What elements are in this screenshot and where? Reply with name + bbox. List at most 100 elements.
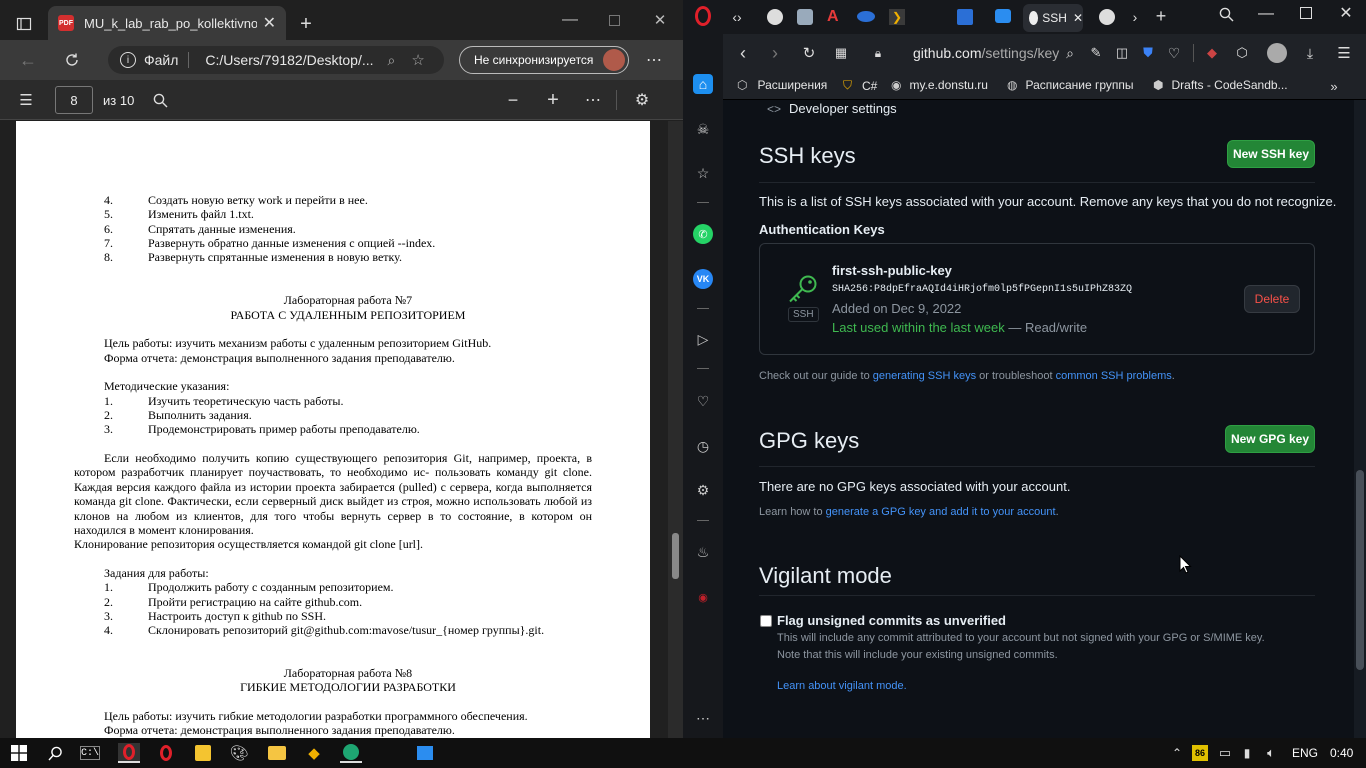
tab-close-icon[interactable]: ✕ xyxy=(1073,11,1083,25)
reload-icon[interactable]: ↻ xyxy=(799,43,819,63)
close-window-button[interactable]: ✕ xyxy=(1337,4,1355,22)
tab-pdf-document[interactable]: PDF MU_k_lab_rab_po_kollektivnoy_r ✕ xyxy=(48,6,286,40)
edge-app-icon[interactable] xyxy=(340,743,362,763)
tray-display-icon[interactable]: ▭ xyxy=(1214,743,1236,763)
home-icon[interactable]: ⌂ xyxy=(693,74,713,94)
vk-icon[interactable]: VK xyxy=(693,269,713,289)
tab-actions-icon[interactable] xyxy=(14,14,34,34)
tab-scroll-left-icon[interactable]: ‹› xyxy=(729,8,745,26)
minimize-button[interactable]: — xyxy=(558,10,582,30)
bookmark-schedule[interactable]: ◍ Расписание группы xyxy=(1007,78,1134,92)
new-gpg-key-button[interactable]: New GPG key xyxy=(1225,425,1315,453)
refresh-icon[interactable] xyxy=(62,50,82,70)
tips-lightbulb-icon[interactable]: ♨ xyxy=(693,542,713,562)
volume-icon[interactable]: 🔈︎ xyxy=(1260,743,1282,763)
settings-icon[interactable]: ⚙ xyxy=(632,90,652,110)
snapshot-camera-icon[interactable]: ◫ xyxy=(1113,44,1131,62)
sync-status-button[interactable]: Не синхронизируется xyxy=(459,46,629,74)
history-clock-icon[interactable]: ◷ xyxy=(693,436,713,456)
back-icon[interactable]: ← xyxy=(18,50,38,70)
player-icon[interactable]: ▷ xyxy=(693,329,713,349)
opera-app-icon[interactable] xyxy=(118,743,140,763)
close-window-button[interactable]: ✕ xyxy=(650,10,670,30)
page-number-input[interactable]: 8 xyxy=(55,86,93,114)
speed-dial-icon[interactable]: ▦ xyxy=(831,43,851,63)
tab-active-github[interactable]: SSH ✕ xyxy=(1023,4,1083,32)
pinboard-icon[interactable]: ☆ xyxy=(693,163,713,183)
developer-settings-link[interactable]: <> Developer settings xyxy=(767,101,897,116)
windows-start-icon[interactable] xyxy=(8,743,30,763)
tab-favicon-6[interactable] xyxy=(957,9,973,25)
pdf-scrollbar[interactable] xyxy=(668,121,683,738)
contents-icon[interactable]: ☰ xyxy=(16,90,36,110)
heart-icon[interactable]: ♡ xyxy=(1165,44,1183,62)
forward-icon[interactable]: › xyxy=(765,43,785,63)
common-ssh-problems-link[interactable]: common SSH problems xyxy=(1056,370,1172,382)
tab-close-icon[interactable]: ✕ xyxy=(263,13,276,33)
favorite-icon[interactable]: ☆ xyxy=(411,51,424,69)
bookmark-codesandbox[interactable]: ⬢ Drafts - CodeSandb... xyxy=(1153,78,1288,92)
language-indicator[interactable]: ENG xyxy=(1292,746,1318,760)
zoom-icon[interactable]: ⌕ xyxy=(388,52,396,69)
tab-scroll-right-icon[interactable]: › xyxy=(1129,8,1141,26)
ublock-icon[interactable]: ◉ xyxy=(693,587,713,607)
extensions-box-icon[interactable]: ⬡ xyxy=(1233,44,1251,62)
tray-app-badge[interactable]: 86 xyxy=(1192,745,1208,761)
flag-unsigned-label[interactable]: Flag unsigned commits as unverified xyxy=(777,613,1006,628)
maximize-button[interactable] xyxy=(604,10,624,30)
shield-icon[interactable]: ⛊ xyxy=(1139,44,1157,62)
git-app-icon[interactable]: ◆ xyxy=(303,743,325,763)
ai-icon[interactable]: ☠ xyxy=(693,119,713,139)
bookmark-csharp[interactable]: ⛉ C# xyxy=(843,78,877,93)
notes-app-icon[interactable] xyxy=(192,743,214,763)
tab-favicon-5[interactable]: ❯ xyxy=(889,9,905,25)
new-tab-button[interactable]: + xyxy=(1153,6,1169,26)
opera-logo-icon[interactable] xyxy=(695,6,711,26)
search-icon[interactable]: ⌕ xyxy=(1061,44,1079,62)
lock-icon[interactable]: 🔒︎ xyxy=(871,44,885,62)
file-explorer-icon[interactable] xyxy=(266,743,288,763)
photos-app-icon[interactable] xyxy=(414,743,436,763)
tray-overflow-icon[interactable]: ⌃ xyxy=(1166,743,1188,763)
settings-icon[interactable]: ⚙ xyxy=(693,480,713,500)
bookmark-donstu[interactable]: ◉ my.e.donstu.ru xyxy=(891,78,988,92)
page-scroll-thumb[interactable] xyxy=(1356,470,1364,670)
new-ssh-key-button[interactable]: New SSH key xyxy=(1227,140,1315,168)
back-icon[interactable]: ‹ xyxy=(733,43,753,63)
maximize-button[interactable] xyxy=(1300,7,1312,19)
taskbar-search-icon[interactable] xyxy=(44,743,66,763)
tab-favicon-7[interactable] xyxy=(995,9,1011,23)
tab-favicon-1[interactable] xyxy=(767,9,783,25)
tab-favicon-4[interactable] xyxy=(857,11,875,22)
minimize-button[interactable]: — xyxy=(1257,5,1275,23)
tab-favicon-3[interactable]: A xyxy=(827,8,839,26)
address-bar[interactable]: i Файл C:/Users/79182/Desktop/... ⌕ ☆ xyxy=(108,46,444,74)
pdf-scroll-thumb[interactable] xyxy=(672,533,679,579)
bookmarks-overflow-icon[interactable]: » xyxy=(1325,78,1343,94)
easy-setup-menu-icon[interactable]: ☰ xyxy=(1335,44,1353,62)
zoom-in-icon[interactable]: + xyxy=(543,89,563,111)
bookmark-extensions[interactable]: ⬡ Расширения xyxy=(737,78,827,92)
search-tabs-icon[interactable] xyxy=(1217,5,1235,23)
more-icon[interactable]: ⋯ xyxy=(644,50,664,70)
new-tab-button[interactable]: + xyxy=(296,13,316,35)
opera-gx-app-icon[interactable] xyxy=(155,743,177,763)
terminal-app-icon[interactable]: C:\ xyxy=(80,746,100,760)
favorites-heart-icon[interactable]: ♡ xyxy=(693,391,713,411)
flag-unsigned-checkbox[interactable] xyxy=(760,615,772,627)
more-options-icon[interactable]: ⋯ xyxy=(583,90,603,110)
info-icon[interactable]: i xyxy=(120,52,136,68)
zoom-out-icon[interactable]: − xyxy=(503,90,523,110)
page-scrollbar[interactable] xyxy=(1354,100,1366,738)
tab-favicon-2[interactable] xyxy=(797,9,813,25)
url-text[interactable]: github.com/settings/key xyxy=(913,45,1059,61)
sidebar-more-icon[interactable]: ⋯ xyxy=(693,708,713,728)
whatsapp-icon[interactable]: ✆ xyxy=(693,224,713,244)
search-icon[interactable] xyxy=(150,90,170,110)
extension-cube-icon[interactable]: ◆ xyxy=(1203,44,1221,62)
generating-ssh-keys-link[interactable]: generating SSH keys xyxy=(873,370,976,382)
tab-favicon-github[interactable] xyxy=(1099,9,1115,25)
profile-avatar-icon[interactable] xyxy=(1267,43,1287,63)
learn-vigilant-mode-link[interactable]: Learn about vigilant mode. xyxy=(777,680,907,692)
clock[interactable]: 0:40 xyxy=(1330,746,1353,760)
